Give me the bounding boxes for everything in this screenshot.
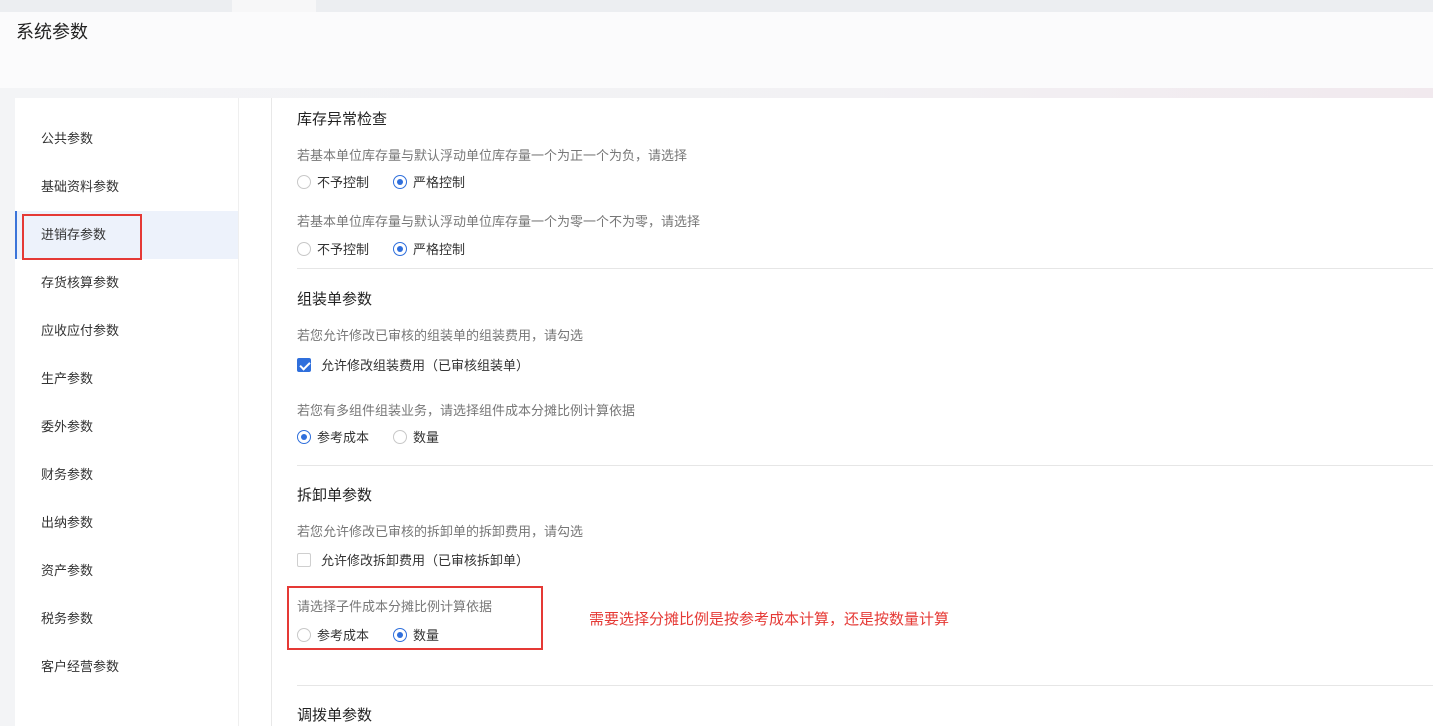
- section-title-disassembly: 拆卸单参数: [297, 487, 373, 504]
- page-header: 系统参数: [0, 12, 1433, 88]
- radio-label: 严格控制: [413, 242, 466, 257]
- section-title-transfer: 调拨单参数: [297, 707, 373, 724]
- radio-circle-checked: [393, 241, 408, 256]
- radio-group-zero-nonzero: 不予控制 严格控制: [297, 239, 489, 258]
- radio-no-control-1[interactable]: 不予控制: [297, 172, 369, 191]
- sidebar-item-assets[interactable]: 资产参数: [15, 547, 238, 595]
- radio-circle: [393, 429, 408, 444]
- sidebar-item-purchase-sales-inventory[interactable]: 进销存参数: [15, 211, 238, 259]
- radio-quantity-disassembly[interactable]: 数量: [393, 625, 439, 644]
- checkbox-allow-edit-disassembly-fee[interactable]: 允许修改拆卸费用（已审核拆卸单）: [297, 550, 529, 569]
- section-title-assembly: 组装单参数: [297, 291, 373, 308]
- section-divider: [297, 268, 1433, 269]
- sidebar-item-production[interactable]: 生产参数: [15, 355, 238, 403]
- radio-circle: [297, 174, 311, 189]
- radio-circle-checked: [297, 429, 311, 444]
- radio-label: 不予控制: [317, 175, 370, 190]
- sidebar-item-customer-operation[interactable]: 客户经营参数: [15, 643, 238, 691]
- radio-label: 参考成本: [317, 430, 370, 445]
- checkbox-allow-edit-assembly-fee[interactable]: 允许修改组装费用（已审核组装单）: [297, 355, 529, 374]
- hint-assembly-edit: 若您允许修改已审核的组装单的组装费用，请勾选: [297, 328, 584, 343]
- radio-group-disassembly-basis: 参考成本 数量: [297, 625, 463, 644]
- radio-quantity-assembly[interactable]: 数量: [393, 427, 439, 446]
- radio-label: 数量: [413, 430, 440, 445]
- sidebar-item-cashier[interactable]: 出纳参数: [15, 499, 238, 547]
- params-content-panel: 库存异常检查 若基本单位库存量与默认浮动单位库存量一个为正一个为负，请选择 不予…: [238, 98, 1433, 726]
- radio-circle: [297, 241, 311, 256]
- checkbox-box: [297, 552, 311, 567]
- checkbox-box-checked: [297, 357, 311, 372]
- sidebar-item-tax[interactable]: 税务参数: [15, 595, 238, 643]
- checkbox-label: 允许修改拆卸费用（已审核拆卸单）: [321, 553, 530, 568]
- radio-strict-control-2[interactable]: 严格控制: [393, 239, 465, 258]
- top-tab-strip: [0, 0, 1433, 12]
- hint-assembly-basis: 若您有多组件组装业务，请选择组件成本分摊比例计算依据: [297, 403, 636, 418]
- hint-zero-nonzero: 若基本单位库存量与默认浮动单位库存量一个为零一个不为零，请选择: [297, 214, 701, 229]
- section-divider: [297, 685, 1433, 686]
- radio-circle: [297, 627, 311, 642]
- radio-label: 参考成本: [317, 628, 370, 643]
- hint-positive-negative: 若基本单位库存量与默认浮动单位库存量一个为正一个为负，请选择: [297, 148, 688, 163]
- sidebar-item-basic-data[interactable]: 基础资料参数: [15, 163, 238, 211]
- top-tab[interactable]: [232, 0, 316, 12]
- hint-disassembly-edit: 若您允许修改已审核的拆卸单的拆卸费用，请勾选: [297, 524, 584, 539]
- sidebar-item-outsourcing[interactable]: 委外参数: [15, 403, 238, 451]
- radio-group-positive-negative: 不予控制 严格控制: [297, 172, 489, 191]
- sidebar-item-public[interactable]: 公共参数: [15, 115, 238, 163]
- radio-label: 不予控制: [317, 242, 370, 257]
- radio-label: 严格控制: [413, 175, 466, 190]
- radio-reference-cost-disassembly[interactable]: 参考成本: [297, 625, 369, 644]
- radio-no-control-2[interactable]: 不予控制: [297, 239, 369, 258]
- sidebar-item-finance[interactable]: 财务参数: [15, 451, 238, 499]
- radio-label: 数量: [413, 628, 440, 643]
- radio-strict-control-1[interactable]: 严格控制: [393, 172, 465, 191]
- page-title: 系统参数: [16, 22, 88, 42]
- radio-circle-checked: [393, 627, 408, 642]
- checkbox-label: 允许修改组装费用（已审核组装单）: [321, 358, 530, 373]
- annotation-note: 需要选择分摊比例是按参考成本计算，还是按数量计算: [589, 611, 950, 628]
- params-sidebar: 公共参数 基础资料参数 进销存参数 存货核算参数 应收应付参数 生产参数 委外参…: [15, 98, 238, 726]
- section-divider: [297, 465, 1433, 466]
- radio-reference-cost-assembly[interactable]: 参考成本: [297, 427, 369, 446]
- section-title-inventory-check: 库存异常检查: [297, 111, 388, 128]
- sidebar-item-inventory-accounting[interactable]: 存货核算参数: [15, 259, 238, 307]
- radio-circle-checked: [393, 174, 408, 189]
- hint-disassembly-basis: 请选择子件成本分摊比例计算依据: [297, 599, 493, 614]
- sidebar-item-receivable-payable[interactable]: 应收应付参数: [15, 307, 238, 355]
- radio-group-assembly-basis: 参考成本 数量: [297, 427, 463, 446]
